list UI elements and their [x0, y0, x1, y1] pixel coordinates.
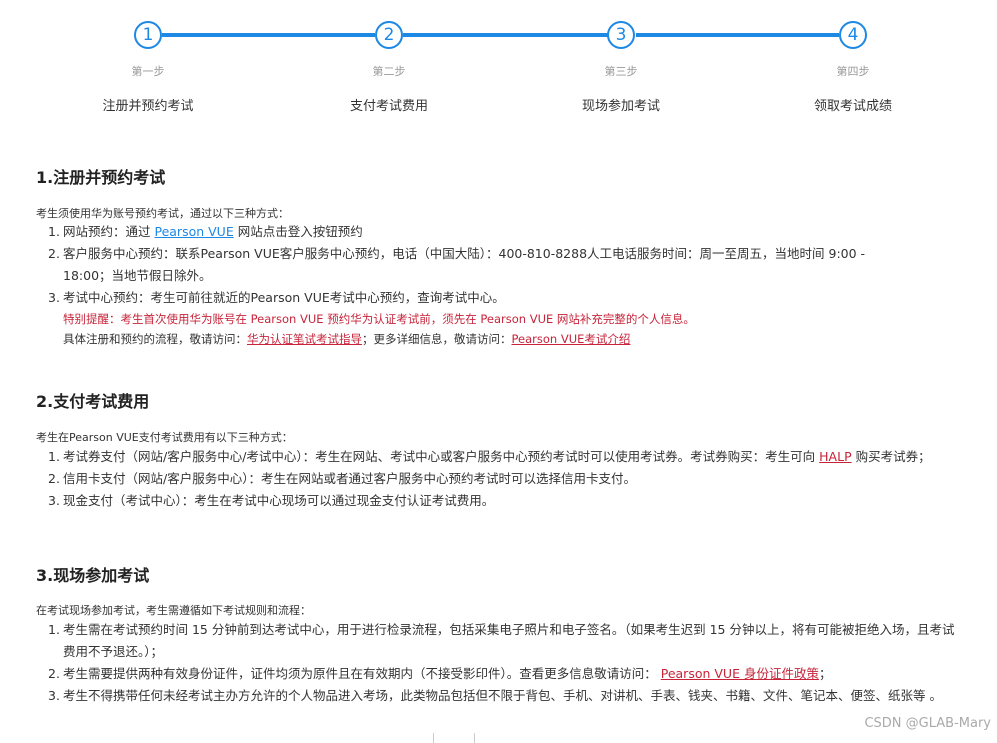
step-1-sub: 第一步	[131, 65, 165, 78]
list-number: 1.	[48, 224, 60, 239]
list-number: 3.	[48, 290, 60, 305]
list-text: 现金支付（考试中心）：考生在考试中心现场可以通过现金支付认证考试费用。	[63, 493, 495, 508]
section-2-intro: 考生在Pearson VUE支付考试费用有以下三种方式：	[36, 431, 293, 444]
list-text: 考生需在考试预约时间 15 分钟前到达考试中心，用于进行检录流程，包括采集电子照…	[63, 622, 955, 659]
list-item: 2. 信用卡支付（网站/客户服务中心）：考生在网站或者通过客户服务中心预约考试时…	[36, 468, 966, 490]
progress-stepper: 1 2 3 4 第一步 第二步 第三步 第四步 注册并预约考试 支付考试费用 现…	[0, 0, 997, 120]
list-text: 信用卡支付（网站/客户服务中心）：考生在网站或者通过客户服务中心预约考试时可以选…	[63, 471, 636, 486]
step-2-circle[interactable]: 2	[375, 21, 403, 49]
step-3-title: 现场参加考试	[581, 99, 661, 114]
section-2-list: 1. 考试券支付（网站/客户服务中心/考试中心）：考生在网站、考试中心或客户服务…	[36, 446, 966, 512]
list-text: 客户服务中心预约：联系Pearson VUE客户服务中心预约，电话（中国大陆）：…	[63, 246, 866, 283]
section-1-intro: 考生须使用华为账号预约考试，通过以下三种方式：	[36, 207, 289, 220]
list-item: 1. 考试券支付（网站/客户服务中心/考试中心）：考生在网站、考试中心或客户服务…	[36, 446, 966, 468]
section-1-heading: 1.注册并预约考试	[36, 168, 166, 187]
list-item: 2. 客户服务中心预约：联系Pearson VUE客户服务中心预约，电话（中国大…	[36, 243, 966, 287]
step-1-circle[interactable]: 1	[134, 21, 162, 49]
divider	[474, 733, 475, 743]
list-number: 1.	[48, 449, 60, 464]
list-number: 3.	[48, 493, 60, 508]
process-info: 具体注册和预约的流程，敬请访问：华为认证笔试考试指导；更多详细信息，敬请访问：P…	[36, 329, 966, 349]
list-text: 考生不得携带任何未经考试主办方允许的个人物品进入考场，此类物品包括但不限于背包、…	[63, 688, 942, 703]
list-item: 3. 现金支付（考试中心）：考生在考试中心现场可以通过现金支付认证考试费用。	[36, 490, 966, 512]
list-text: ；	[818, 666, 832, 681]
step-connector	[403, 33, 608, 37]
pearson-vue-link[interactable]: Pearson VUE	[154, 224, 233, 239]
list-text: 考试券支付（网站/客户服务中心/考试中心）：考生在网站、考试中心或客户服务中心预…	[63, 449, 820, 464]
list-number: 3.	[48, 688, 60, 703]
huawei-exam-guide-link[interactable]: 华为认证笔试考试指导	[247, 332, 362, 346]
list-number: 2.	[48, 246, 60, 261]
csdn-watermark: CSDN @GLAB-Mary	[864, 716, 991, 731]
divider	[433, 733, 434, 743]
list-text: 网站点击登入按钮预约	[233, 224, 363, 239]
list-text: 购买考试券；	[851, 449, 931, 464]
step-4-title: 领取考试成绩	[813, 99, 893, 114]
section-3-heading: 3.现场参加考试	[36, 566, 150, 585]
notice-text: 特别提醒：考生首次使用华为账号在 Pearson VUE 预约华为认证考试前，须…	[63, 312, 695, 326]
list-item: 2. 考生需要提供两种有效身份证件，证件均须为原件且在有效期内（不接受影印件）。…	[36, 663, 966, 685]
step-connector	[636, 33, 839, 37]
list-text: 网站预约：通过	[63, 224, 155, 239]
halp-link[interactable]: HALP	[819, 449, 851, 464]
step-4-sub: 第四步	[836, 65, 870, 78]
step-2-sub: 第二步	[372, 65, 406, 78]
id-policy-link[interactable]: Pearson VUE 身份证件政策	[661, 666, 819, 681]
list-item: 1. 网站预约：通过 Pearson VUE 网站点击登入按钮预约	[36, 221, 966, 243]
process-middle: ；更多详细信息，敬请访问：	[362, 332, 512, 346]
list-number: 2.	[48, 666, 60, 681]
step-connector	[162, 33, 375, 37]
section-3-intro: 在考试现场参加考试，考生需遵循如下考试规则和流程：	[36, 604, 311, 617]
list-item: 3. 考试中心预约：考生可前往就近的Pearson VUE考试中心预约，查询考试…	[36, 287, 966, 309]
list-item: 1. 考生需在考试预约时间 15 分钟前到达考试中心，用于进行检录流程，包括采集…	[36, 619, 966, 663]
step-3-circle[interactable]: 3	[607, 21, 635, 49]
list-number: 1.	[48, 622, 60, 637]
step-2-title: 支付考试费用	[349, 99, 429, 114]
step-4-circle[interactable]: 4	[839, 21, 867, 49]
list-text: 考试中心预约：考生可前往就近的Pearson VUE考试中心预约，查询考试中心。	[63, 290, 505, 305]
section-3-list: 1. 考生需在考试预约时间 15 分钟前到达考试中心，用于进行检录流程，包括采集…	[36, 619, 966, 707]
list-number: 2.	[48, 471, 60, 486]
step-1-title: 注册并预约考试	[102, 99, 194, 114]
process-prefix: 具体注册和预约的流程，敬请访问：	[63, 332, 247, 346]
list-text: 考生需要提供两种有效身份证件，证件均须为原件且在有效期内（不接受影印件）。查看更…	[63, 666, 661, 681]
section-2-heading: 2.支付考试费用	[36, 392, 150, 411]
step-3-sub: 第三步	[604, 65, 638, 78]
section-1-list: 1. 网站预约：通过 Pearson VUE 网站点击登入按钮预约 2. 客户服…	[36, 221, 966, 349]
special-notice: 特别提醒：考生首次使用华为账号在 Pearson VUE 预约华为认证考试前，须…	[36, 309, 966, 329]
list-item: 3. 考生不得携带任何未经考试主办方允许的个人物品进入考场，此类物品包括但不限于…	[36, 685, 966, 707]
pearson-vue-intro-link[interactable]: Pearson VUE考试介绍	[512, 332, 631, 346]
